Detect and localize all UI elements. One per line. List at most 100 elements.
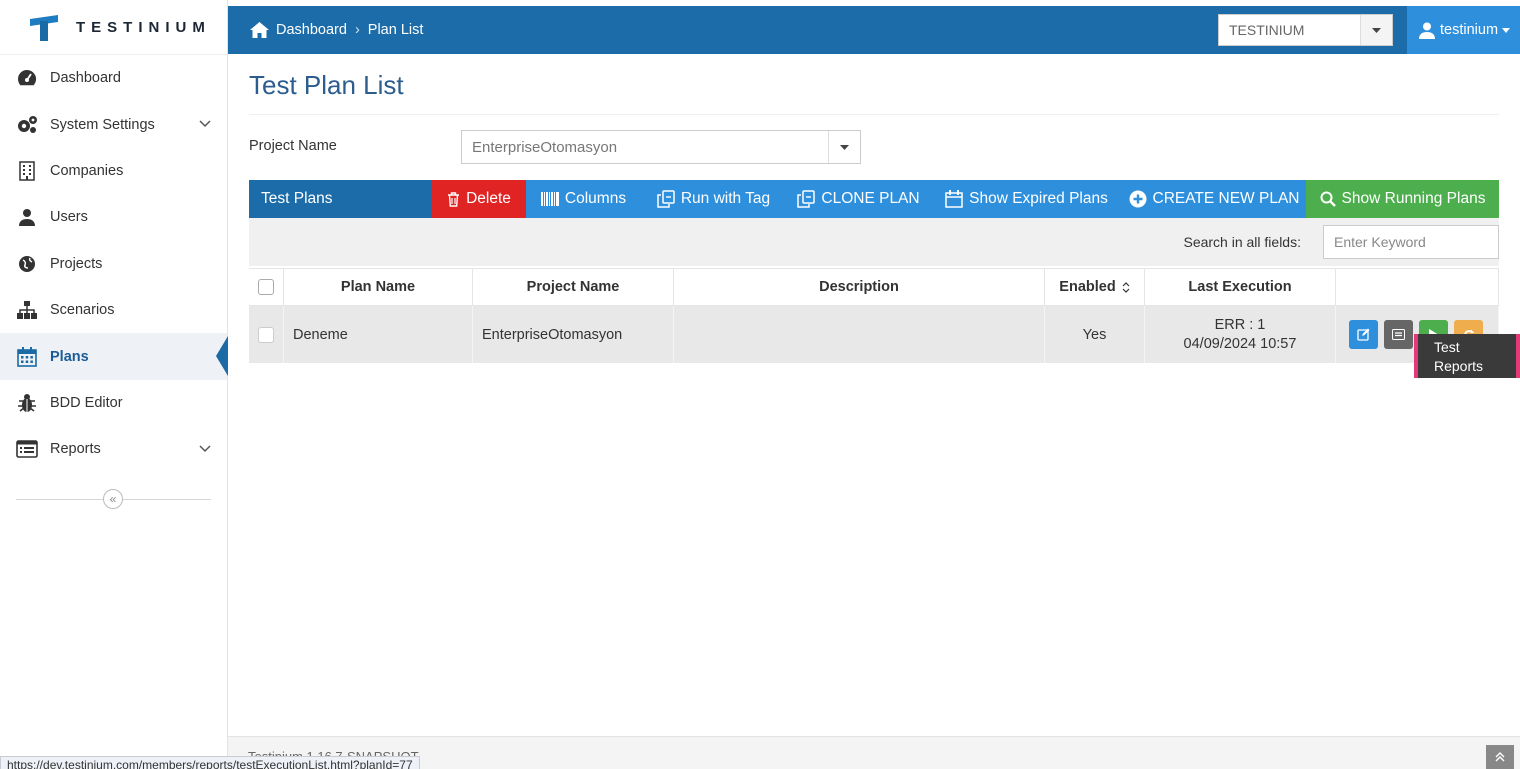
last-execution-status: ERR : 1: [1214, 316, 1266, 333]
table-row[interactable]: Deneme EnterpriseOtomasyon Yes ERR : 1 0…: [249, 306, 1499, 363]
testinium-logo-icon: [30, 13, 58, 41]
sidebar-item-label: Users: [50, 209, 88, 226]
column-header-project-name[interactable]: Project Name: [473, 269, 674, 305]
sidebar-item-scenarios[interactable]: Scenarios: [0, 287, 227, 333]
search-input[interactable]: [1323, 225, 1499, 259]
calendar-icon: [945, 190, 963, 208]
project-name-label: Project Name: [249, 138, 337, 154]
collapse-sidebar-icon[interactable]: «: [103, 488, 123, 509]
row-checkbox[interactable]: [258, 326, 274, 343]
plans-table: Plan Name Project Name Description Enabl…: [249, 268, 1499, 363]
create-new-plan-button[interactable]: CREATE NEW PLAN: [1122, 180, 1306, 218]
chevron-down-icon: [199, 441, 211, 457]
chevron-down-icon: [199, 116, 211, 132]
home-icon[interactable]: [250, 22, 269, 38]
sidebar: TESTINIUM Dashboard System Settings Comp…: [0, 0, 228, 769]
sidebar-collapse: «: [16, 485, 211, 515]
select-all-checkbox[interactable]: [258, 279, 274, 295]
sidebar-item-label: Reports: [50, 441, 101, 458]
sidebar-item-users[interactable]: Users: [0, 194, 227, 240]
sidebar-item-dashboard[interactable]: Dashboard: [0, 55, 227, 101]
caret-down-icon: [1502, 27, 1511, 33]
tooltip-line: Reports: [1434, 358, 1484, 374]
sidebar-item-companies[interactable]: Companies: [0, 148, 227, 194]
column-header-enabled[interactable]: Enabled: [1045, 269, 1145, 305]
tooltip-edge: [1516, 334, 1520, 378]
column-header-description[interactable]: Description: [674, 269, 1045, 305]
sitemap-icon: [16, 299, 38, 321]
page-footer: Testinium 1.16.7-SNAPSHOT: [228, 736, 1520, 769]
dashboard-icon: [16, 67, 38, 89]
caret-down-icon: [828, 131, 860, 163]
page-title: Test Plan List: [249, 70, 404, 100]
show-expired-plans-button[interactable]: Show Expired Plans: [931, 180, 1122, 218]
test-reports-button[interactable]: [1384, 320, 1413, 349]
building-icon: [16, 160, 38, 182]
user-icon: [1419, 22, 1435, 39]
run-with-tag-label: Run with Tag: [680, 190, 771, 207]
column-header-label: Enabled: [1059, 279, 1116, 295]
top-navbar: Dashboard › Plan List TESTINIUM testiniu…: [228, 6, 1520, 54]
project-name-value: EnterpriseOtomasyon: [472, 138, 618, 156]
cell-description: [674, 306, 1045, 363]
column-header-plan-name[interactable]: Plan Name: [284, 269, 473, 305]
app-root: TESTINIUM Dashboard System Settings Comp…: [0, 0, 1520, 769]
column-header-last-execution[interactable]: Last Execution: [1145, 269, 1336, 305]
sidebar-item-plans[interactable]: Plans: [0, 333, 228, 380]
delete-button[interactable]: Delete: [432, 180, 526, 218]
run-with-tag-button[interactable]: Run with Tag: [641, 180, 786, 218]
trash-icon: [448, 191, 460, 207]
user-name: testinium: [1440, 22, 1499, 38]
breadcrumb-separator: ›: [354, 22, 360, 38]
sidebar-item-bdd-editor[interactable]: BDD Editor: [0, 380, 227, 426]
copy-icon: [797, 190, 816, 208]
barcode-icon: [540, 192, 559, 206]
clone-plan-label: CLONE PLAN: [821, 190, 920, 207]
show-expired-plans-label: Show Expired Plans: [969, 190, 1108, 207]
logo[interactable]: TESTINIUM: [0, 0, 227, 55]
delete-label: Delete: [466, 190, 511, 207]
toolbar-title: Test Plans: [249, 180, 432, 218]
breadcrumb: Dashboard › Plan List: [250, 6, 423, 54]
divider: [249, 114, 1499, 115]
clone-plan-button[interactable]: CLONE PLAN: [786, 180, 931, 218]
edit-icon: [1357, 328, 1370, 341]
list-icon: [1392, 329, 1405, 340]
breadcrumb-current: Plan List: [367, 22, 424, 38]
sidebar-item-label: System Settings: [50, 116, 155, 133]
tooltip-line: Test: [1434, 339, 1460, 355]
show-running-plans-button[interactable]: Show Running Plans: [1306, 180, 1499, 218]
plans-toolbar: Test Plans Delete Columns Run with Tag C…: [249, 180, 1499, 218]
user-icon: [16, 206, 38, 228]
scroll-to-top-button[interactable]: [1486, 745, 1514, 769]
cell-plan-name: Deneme: [284, 306, 473, 363]
sidebar-item-reports[interactable]: Reports: [0, 426, 227, 472]
user-menu[interactable]: testinium: [1407, 6, 1520, 54]
sidebar-item-label: Projects: [50, 255, 103, 272]
columns-button[interactable]: Columns: [526, 180, 641, 218]
sidebar-item-system-settings[interactable]: System Settings: [0, 101, 227, 147]
sidebar-item-projects[interactable]: Projects: [0, 241, 227, 287]
bug-icon: [16, 392, 38, 414]
globe-icon: [16, 253, 38, 275]
double-chevron-up-icon: [1495, 752, 1505, 762]
row-checkbox-cell: [249, 306, 284, 363]
calendar-icon: [16, 346, 38, 368]
show-running-plans-label: Show Running Plans: [1341, 190, 1486, 207]
sidebar-item-label: BDD Editor: [50, 394, 123, 411]
company-select[interactable]: TESTINIUM: [1218, 14, 1393, 46]
caret-down-icon: [1360, 15, 1392, 45]
main-content: Test Plan List Project Name EnterpriseOt…: [228, 54, 1520, 769]
project-name-select[interactable]: EnterpriseOtomasyon: [461, 130, 861, 164]
list-icon: [16, 438, 38, 460]
browser-status-url: https://dev.testinium.com/members/report…: [0, 756, 420, 769]
sidebar-item-label: Scenarios: [50, 302, 115, 319]
columns-label: Columns: [564, 190, 627, 207]
table-header: Plan Name Project Name Description Enabl…: [249, 268, 1499, 306]
breadcrumb-dashboard-link[interactable]: Dashboard: [276, 22, 347, 38]
search-icon: [1320, 191, 1336, 207]
table-search-bar: Search in all fields:: [249, 218, 1499, 266]
column-header-actions: [1336, 269, 1499, 305]
sidebar-item-label: Dashboard: [50, 70, 121, 87]
edit-plan-button[interactable]: [1349, 320, 1378, 349]
